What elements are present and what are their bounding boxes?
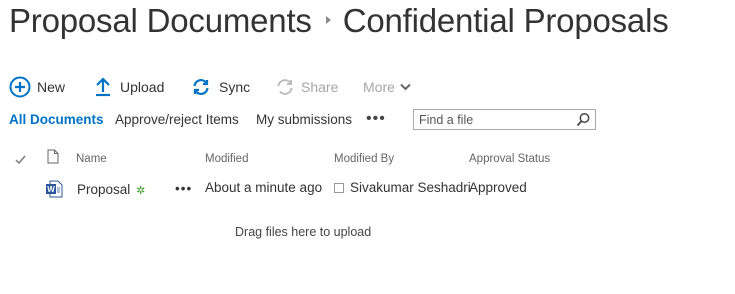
plus-circle-icon — [9, 76, 31, 98]
more-button-label: More — [363, 79, 395, 95]
modified-by-value: Sivakumar Seshadri — [334, 180, 471, 195]
search-box[interactable]: Find a file — [413, 109, 596, 130]
sync-button-label: Sync — [219, 79, 251, 95]
file-type-header-icon — [47, 149, 59, 169]
chevron-down-icon — [400, 83, 411, 91]
item-menu-button[interactable]: ••• — [175, 181, 192, 196]
page-title: Proposal Documents Confidential Proposals — [9, 2, 669, 40]
presence-indicator-icon — [334, 183, 344, 194]
view-my-submissions[interactable]: My submissions — [256, 112, 352, 127]
upload-arrow-icon — [94, 77, 112, 97]
new-button-label: New — [37, 79, 66, 95]
sync-button[interactable]: Sync — [191, 76, 250, 98]
share-icon — [275, 77, 295, 97]
share-button-label: Share — [301, 79, 339, 95]
sync-icon — [191, 77, 211, 97]
view-approve-reject-items[interactable]: Approve/reject Items — [115, 112, 239, 127]
search-input[interactable]: Find a file — [419, 113, 473, 127]
select-all-checkmark-icon[interactable] — [15, 152, 26, 170]
table-row: Proposal ✲ — [77, 182, 145, 197]
new-item-icon: ✲ — [136, 185, 146, 197]
new-button[interactable]: New — [9, 76, 65, 98]
column-header-name[interactable]: Name — [76, 153, 107, 165]
drop-zone-hint: Drag files here to upload — [235, 225, 372, 239]
search-icon[interactable] — [576, 112, 591, 132]
breadcrumb-parent[interactable]: Proposal Documents — [9, 2, 312, 39]
approval-status-value: Approved — [469, 180, 527, 195]
file-name-link[interactable]: Proposal — [77, 182, 130, 197]
view-all-documents[interactable]: All Documents — [9, 112, 104, 127]
share-button[interactable]: Share — [275, 76, 338, 98]
modified-by-link[interactable]: Sivakumar Seshadri — [350, 180, 471, 195]
breadcrumb-current: Confidential Proposals — [342, 2, 669, 39]
svg-text:W: W — [47, 185, 55, 194]
upload-button[interactable]: Upload — [94, 76, 164, 98]
more-views-button[interactable]: ••• — [366, 110, 386, 128]
column-header-approval-status[interactable]: Approval Status — [469, 153, 550, 165]
column-header-modified[interactable]: Modified — [205, 153, 248, 165]
word-document-icon: W — [45, 180, 63, 203]
column-header-modified-by[interactable]: Modified By — [334, 153, 394, 165]
breadcrumb-separator-icon — [325, 16, 331, 25]
more-button[interactable]: More — [363, 76, 417, 98]
modified-value: About a minute ago — [205, 180, 323, 195]
upload-button-label: Upload — [120, 79, 165, 95]
